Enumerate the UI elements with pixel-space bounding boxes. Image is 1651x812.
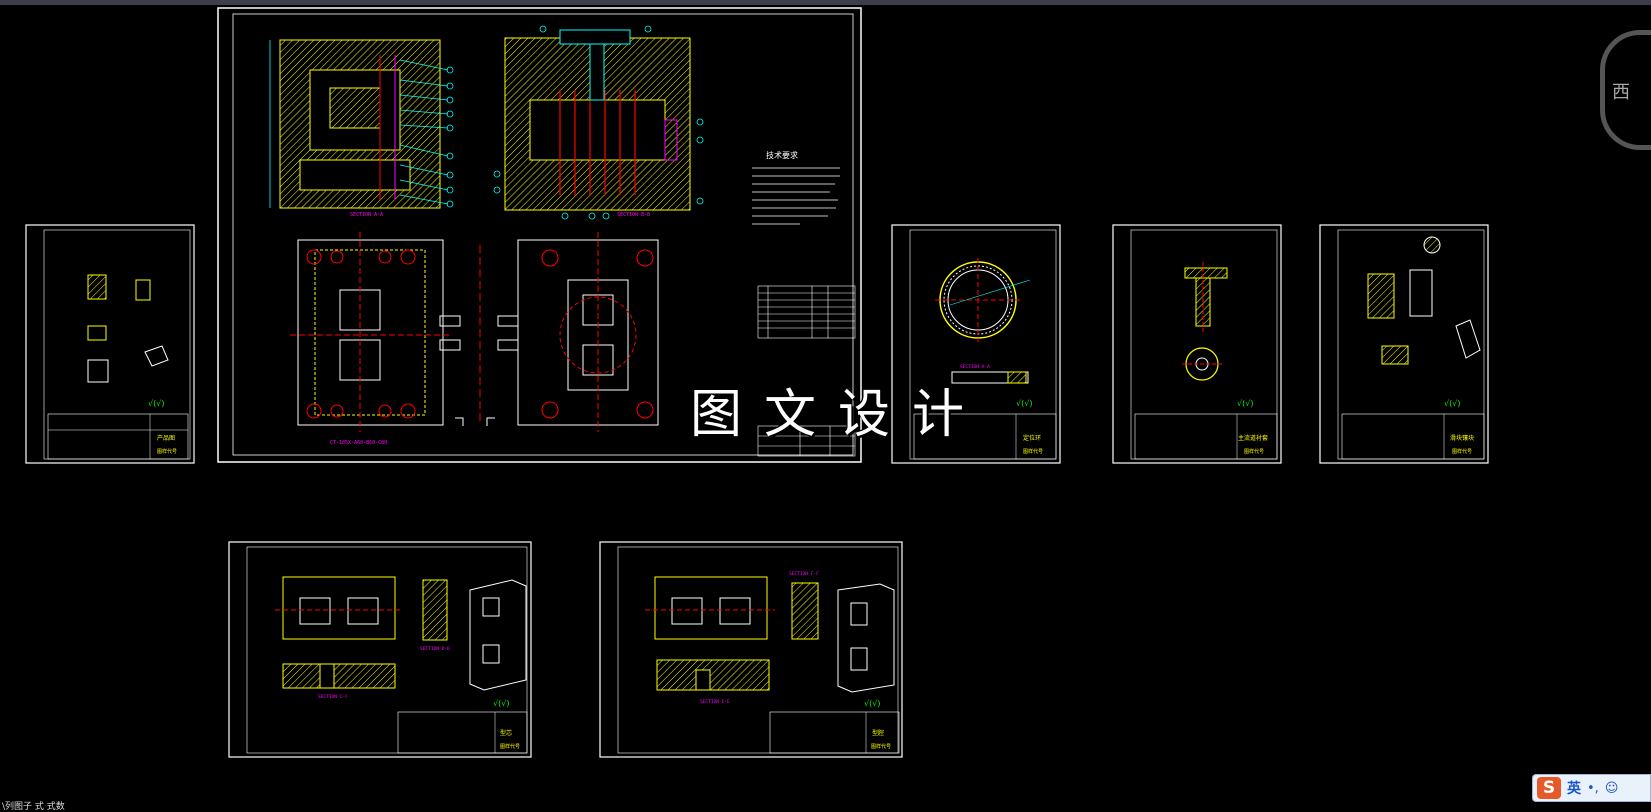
svg-text:滑块镶块: 滑块镶块 <box>1450 434 1474 442</box>
svg-text:SECTION E-E: SECTION E-E <box>700 699 730 705</box>
svg-text:√(√): √(√) <box>1016 399 1032 408</box>
svg-text:图样代号: 图样代号 <box>500 743 520 750</box>
product-drawing-sheet[interactable]: 产品图 图样代号 √(√) <box>25 224 195 464</box>
ime-punctuation-toggle[interactable]: •, <box>1587 781 1599 796</box>
svg-text:产品图: 产品图 <box>157 434 175 442</box>
svg-text:SECTION A-A: SECTION A-A <box>350 212 383 218</box>
svg-text:图样代号: 图样代号 <box>1452 448 1472 455</box>
section-a-a-view: SECTION A-A <box>269 39 454 218</box>
svg-text:型芯: 型芯 <box>500 729 512 737</box>
svg-text:技术要求: 技术要求 <box>766 150 798 160</box>
svg-text:图样代号: 图样代号 <box>157 448 177 455</box>
sprue-bushing-sheet[interactable]: 主流道衬套 图样代号 √(√) <box>1112 224 1282 464</box>
svg-text:图样代号: 图样代号 <box>1023 448 1043 455</box>
svg-text:SECTION F-F: SECTION F-F <box>789 571 819 577</box>
svg-text:√(√): √(√) <box>148 399 164 408</box>
status-bar <box>0 800 1651 808</box>
svg-text:√(√): √(√) <box>1237 399 1253 408</box>
svg-text:√(√): √(√) <box>493 699 509 708</box>
watermark-text: 图文设计 <box>690 385 987 445</box>
svg-text:主流道衬套: 主流道衬套 <box>1238 434 1268 442</box>
svg-text:型腔: 型腔 <box>872 729 884 737</box>
svg-text:定位环: 定位环 <box>1023 434 1041 442</box>
technical-requirements: 技术要求 <box>752 150 840 225</box>
svg-text:SECTION C-C: SECTION C-C <box>318 694 348 700</box>
cavity-insert-sheet[interactable]: SECTION E-E SECTION F-F 型腔 图样代号 √(√) <box>599 541 903 758</box>
ime-language-toggle[interactable]: 英 <box>1567 778 1581 798</box>
core-insert-sheet[interactable]: SECTION C-C SECTION D-D 型芯 图样代号 √(√) <box>228 541 532 758</box>
slider-insert-sheet[interactable]: 滑块镶块 图样代号 √(√) <box>1319 224 1489 464</box>
svg-text:√(√): √(√) <box>1444 399 1460 408</box>
svg-text:√(√): √(√) <box>864 699 880 708</box>
svg-text:图样代号: 图样代号 <box>1244 448 1264 455</box>
ime-toolbar[interactable]: S 英 •, ☺ <box>1532 774 1651 802</box>
section-b-b-view: SECTION B-B <box>493 25 704 220</box>
command-line-text: \列图子 式 式数 <box>2 802 65 812</box>
svg-text:SECTION A-A: SECTION A-A <box>960 364 990 370</box>
parts-list-table <box>757 285 856 339</box>
svg-text:图样代号: 图样代号 <box>871 743 891 750</box>
sogou-logo-icon[interactable]: S <box>1537 777 1561 799</box>
viewcube-direction-label[interactable]: 西 <box>1612 78 1630 104</box>
svg-text:SECTION D-D: SECTION D-D <box>420 646 450 652</box>
fixed-half-plan-view <box>479 232 659 432</box>
emoji-icon[interactable]: ☺ <box>1605 781 1619 796</box>
moving-half-plan-view: CT-105X-A60-B60-C80 <box>290 232 461 446</box>
svg-text:SECTION B-B: SECTION B-B <box>617 212 650 218</box>
svg-text:CT-105X-A60-B60-C80: CT-105X-A60-B60-C80 <box>330 440 387 446</box>
